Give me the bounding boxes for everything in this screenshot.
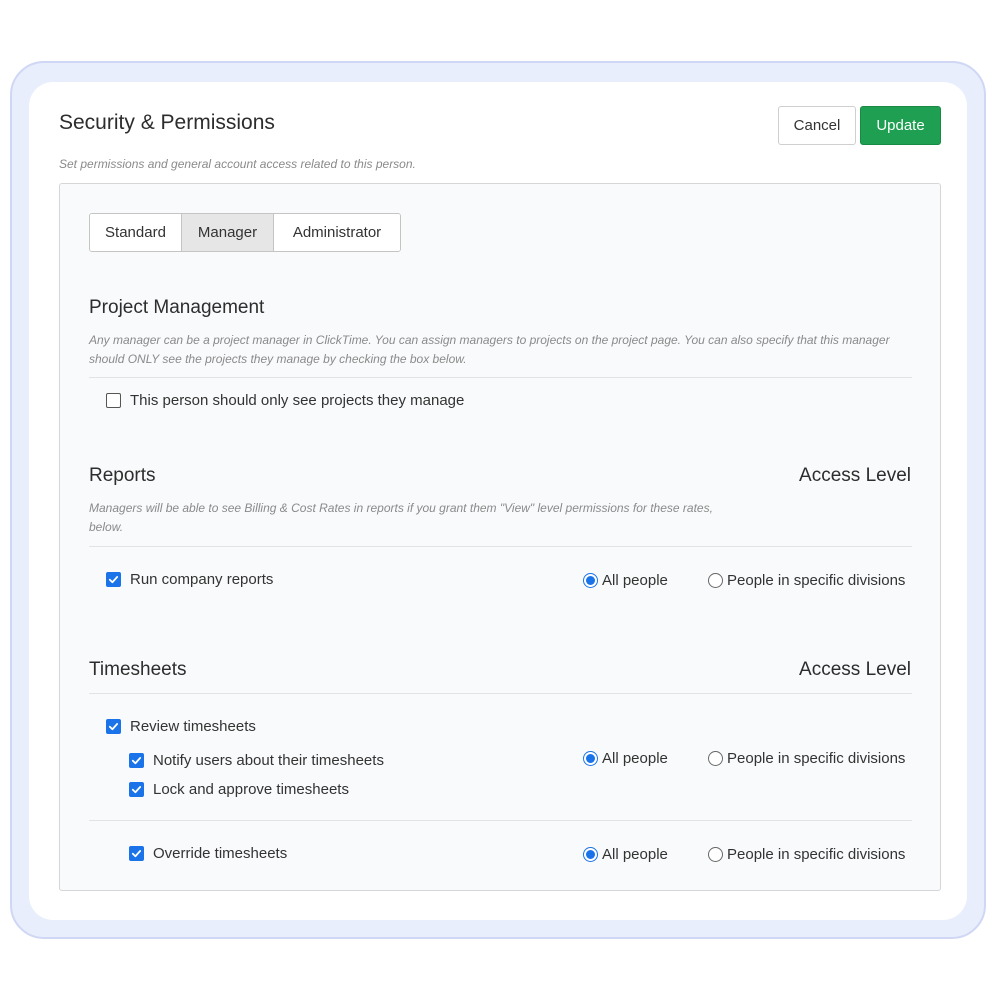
page-title: Security & Permissions	[59, 111, 275, 134]
review-access-all-option[interactable]: All people	[583, 750, 668, 767]
permissions-panel: Standard Manager Administrator Project M…	[59, 183, 941, 891]
reports-access-divisions-option[interactable]: People in specific divisions	[708, 572, 905, 589]
review-timesheets-label: Review timesheets	[130, 718, 256, 735]
notify-users-checkbox[interactable]	[129, 753, 144, 768]
role-tabs: Standard Manager Administrator	[89, 213, 401, 252]
settings-card: Security & Permissions Set permissions a…	[29, 82, 967, 920]
reports-description: Managers will be able to see Billing & C…	[89, 501, 713, 534]
checkmark-icon	[131, 850, 142, 858]
reports-access-all-radio[interactable]	[583, 573, 598, 588]
cancel-button[interactable]: Cancel	[778, 106, 856, 145]
timesheets-access-level-heading: Access Level	[799, 659, 911, 680]
lock-approve-option[interactable]: Lock and approve timesheets	[129, 781, 349, 798]
page-subtitle: Set permissions and general account acce…	[59, 157, 416, 171]
lock-approve-label: Lock and approve timesheets	[153, 781, 349, 798]
review-access-divisions-radio[interactable]	[708, 751, 723, 766]
override-access-all-label: All people	[602, 846, 668, 863]
tab-manager[interactable]: Manager	[182, 214, 274, 251]
project-management-heading: Project Management	[89, 297, 265, 318]
divider	[89, 377, 912, 378]
reports-heading: Reports	[89, 465, 156, 486]
divider	[89, 693, 912, 694]
tab-administrator[interactable]: Administrator	[274, 214, 400, 251]
divider	[89, 546, 912, 547]
reports-access-all-label: All people	[602, 572, 668, 589]
only-managed-projects-label: This person should only see projects the…	[130, 392, 465, 409]
project-management-description: Any manager can be a project manager in …	[89, 333, 890, 366]
review-timesheets-checkbox[interactable]	[106, 719, 121, 734]
notify-users-label: Notify users about their timesheets	[153, 752, 384, 769]
override-timesheets-option[interactable]: Override timesheets	[129, 845, 287, 862]
only-managed-projects-option[interactable]: This person should only see projects the…	[106, 392, 464, 409]
reports-access-divisions-label: People in specific divisions	[727, 572, 906, 589]
reports-access-all-option[interactable]: All people	[583, 572, 668, 589]
checkmark-icon	[108, 723, 119, 731]
divider	[89, 820, 912, 821]
review-access-all-label: All people	[602, 750, 668, 767]
override-timesheets-label: Override timesheets	[153, 845, 288, 862]
review-access-divisions-option[interactable]: People in specific divisions	[708, 750, 905, 767]
reports-access-divisions-radio[interactable]	[708, 573, 723, 588]
checkmark-icon	[131, 786, 142, 794]
run-reports-option[interactable]: Run company reports	[106, 571, 273, 588]
override-access-divisions-option[interactable]: People in specific divisions	[708, 846, 905, 863]
override-access-all-radio[interactable]	[583, 847, 598, 862]
timesheets-heading: Timesheets	[89, 659, 187, 680]
checkmark-icon	[131, 757, 142, 765]
update-button[interactable]: Update	[860, 106, 941, 145]
override-timesheets-checkbox[interactable]	[129, 846, 144, 861]
reports-access-level-heading: Access Level	[799, 465, 911, 486]
review-timesheets-option[interactable]: Review timesheets	[106, 718, 256, 735]
checkmark-icon	[108, 576, 119, 584]
review-access-divisions-label: People in specific divisions	[727, 750, 906, 767]
override-access-all-option[interactable]: All people	[583, 846, 668, 863]
review-access-all-radio[interactable]	[583, 751, 598, 766]
tab-standard[interactable]: Standard	[90, 214, 182, 251]
only-managed-projects-checkbox[interactable]	[106, 393, 121, 408]
override-access-divisions-radio[interactable]	[708, 847, 723, 862]
lock-approve-checkbox[interactable]	[129, 782, 144, 797]
run-reports-label: Run company reports	[130, 571, 274, 588]
run-reports-checkbox[interactable]	[106, 572, 121, 587]
notify-users-option[interactable]: Notify users about their timesheets	[129, 752, 384, 769]
override-access-divisions-label: People in specific divisions	[727, 846, 906, 863]
